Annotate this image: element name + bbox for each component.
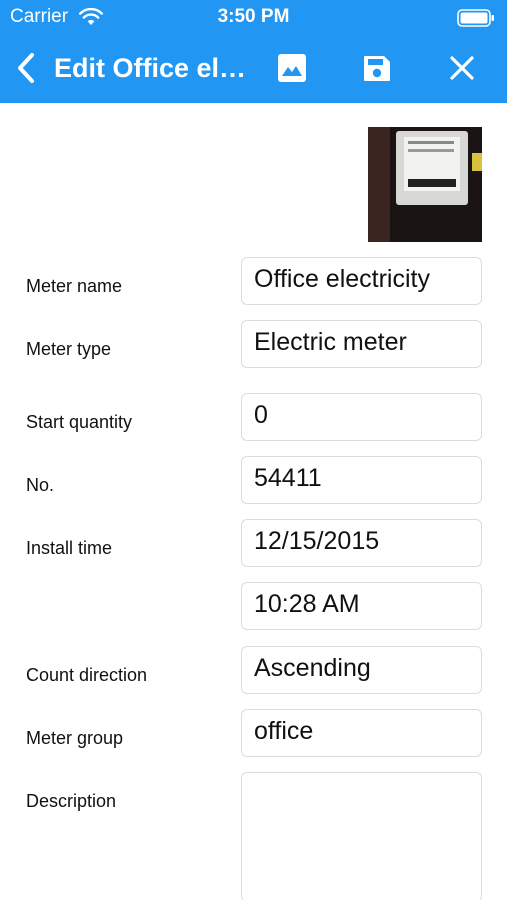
description-field[interactable] — [241, 772, 482, 900]
meter-type-label: Meter type — [26, 339, 112, 359]
back-button[interactable] — [8, 50, 44, 90]
meter-type-field[interactable]: Electric meter — [241, 320, 482, 368]
count-direction-label: Count direction — [26, 665, 148, 685]
status-bar: Carrier 3:50 PM — [0, 0, 507, 36]
count-direction-field[interactable]: Ascending — [241, 646, 482, 694]
header: Carrier 3:50 PM Edit Office elect — [0, 0, 507, 103]
description-label: Description — [26, 791, 117, 811]
meter-group-field[interactable]: office — [241, 709, 482, 757]
meter-label-line — [408, 141, 454, 144]
install-time-label: Install time — [26, 538, 113, 558]
battery-icon — [457, 9, 495, 27]
meter-counter — [408, 179, 456, 187]
start-quantity-label: Start quantity — [26, 412, 133, 432]
save-icon — [362, 53, 392, 88]
warning-sticker — [472, 153, 482, 171]
meter-name-label: Meter name — [26, 276, 123, 296]
app-bar: Edit Office electricity — [0, 36, 507, 103]
meter-number-field[interactable]: 54411 — [241, 456, 482, 504]
meter-label-line — [408, 149, 454, 152]
back-chevron-icon — [15, 52, 37, 89]
photo-shadow — [368, 127, 390, 242]
start-quantity-field[interactable]: 0 — [241, 393, 482, 441]
meter-name-field[interactable]: Office electricity — [241, 257, 482, 305]
image-icon — [277, 53, 307, 88]
image-button[interactable] — [272, 50, 312, 90]
meter-photo[interactable] — [368, 127, 482, 242]
page-title: Edit Office electricity — [54, 53, 254, 83]
status-time: 3:50 PM — [217, 6, 290, 27]
close-icon — [449, 55, 475, 86]
meter-group-label: Meter group — [26, 728, 124, 748]
meter-number-label: No. — [26, 475, 55, 495]
install-date-field[interactable]: 12/15/2015 — [241, 519, 482, 567]
save-button[interactable] — [357, 50, 397, 90]
close-button[interactable] — [442, 50, 482, 90]
install-time-field[interactable]: 10:28 AM — [241, 582, 482, 630]
